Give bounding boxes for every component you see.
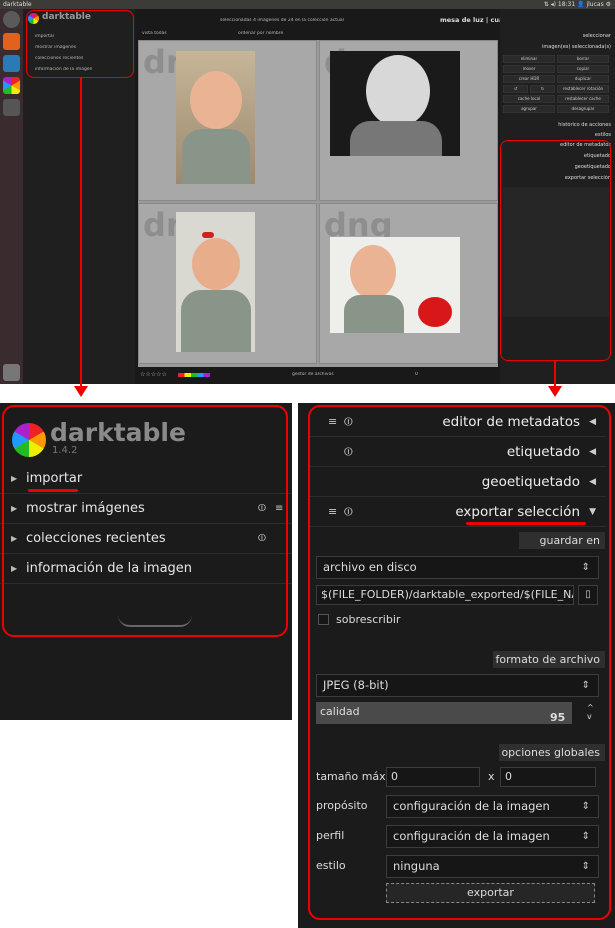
small-button[interactable]: duplicar xyxy=(557,75,609,83)
highlight-left xyxy=(26,10,134,78)
rating-stars[interactable]: ☆☆☆☆☆ xyxy=(140,371,167,378)
highlight-zoom-right xyxy=(308,405,611,920)
window-title-bar: darktable ⇅ ◂) 18:31 👤 jlucas ⚙ xyxy=(0,0,615,9)
thumbnail[interactable]: dng xyxy=(319,203,498,364)
small-button[interactable]: ↺ xyxy=(503,85,528,93)
arrow-left xyxy=(80,78,82,388)
small-button[interactable]: borrar xyxy=(557,55,609,63)
arrow-right-head xyxy=(548,386,562,397)
filter-view-label: vista xyxy=(142,31,153,36)
small-button[interactable]: copiar xyxy=(557,65,609,73)
arrow-right xyxy=(554,361,556,388)
photo-baby-color xyxy=(176,51,255,184)
small-button[interactable]: restablecer cache xyxy=(557,95,609,103)
writer-icon[interactable] xyxy=(3,55,20,72)
highlight-right xyxy=(500,140,611,361)
photo-baby-bw xyxy=(330,51,460,156)
trash-icon[interactable] xyxy=(3,364,20,381)
photo-baby-color-2 xyxy=(176,212,255,352)
thumbnail[interactable]: dng xyxy=(319,40,498,201)
terminal-icon[interactable] xyxy=(3,99,20,116)
highlight-zoom-left xyxy=(2,405,288,637)
thumbnail[interactable]: dng xyxy=(138,203,317,364)
small-button[interactable]: eliminar xyxy=(503,55,555,63)
color-labels[interactable] xyxy=(178,373,210,377)
filter-view[interactable]: vista todas xyxy=(142,31,167,36)
small-button[interactable]: mover xyxy=(503,65,555,73)
small-button[interactable]: crear HDR xyxy=(503,75,555,83)
small-button[interactable]: agrupar xyxy=(503,105,555,113)
styles-module[interactable]: estilos xyxy=(595,132,611,138)
select-module[interactable]: seleccionar xyxy=(583,33,611,39)
selected-images-module[interactable]: imagen(es) seleccionada(s) xyxy=(542,44,611,50)
thumbnail[interactable]: dng xyxy=(138,40,317,201)
small-button[interactable]: restablecer rotación xyxy=(557,85,609,93)
layout-select[interactable]: gestor de archivos xyxy=(292,372,334,377)
filter-view-value: todas xyxy=(154,31,167,36)
small-button[interactable]: ↻ xyxy=(530,85,555,93)
files-icon[interactable] xyxy=(3,33,20,50)
history-module[interactable]: histórico de acciones xyxy=(558,122,611,128)
small-button[interactable]: cache local xyxy=(503,95,555,103)
page-number: 0 xyxy=(415,372,418,377)
small-button[interactable]: desagrupar xyxy=(557,105,609,113)
filter-sort-label: ordenar por xyxy=(238,31,265,36)
panel-indicators: ⇅ ◂) 18:31 👤 jlucas ⚙ xyxy=(543,1,611,8)
launcher xyxy=(0,9,23,384)
ubuntu-dash-icon[interactable] xyxy=(3,11,20,28)
filter-sort[interactable]: ordenar por nombre xyxy=(238,31,283,36)
window-title: darktable xyxy=(3,1,32,8)
arrow-left-head xyxy=(74,386,88,397)
lighttable-grid: dng dng dng dng xyxy=(138,40,498,367)
status-text: seleccionadas 4 imágenes de 24 en la col… xyxy=(220,18,344,23)
filter-sort-value: nombre xyxy=(265,31,284,36)
photo-baby-toys xyxy=(330,237,460,333)
darktable-launcher-icon[interactable] xyxy=(3,77,20,94)
